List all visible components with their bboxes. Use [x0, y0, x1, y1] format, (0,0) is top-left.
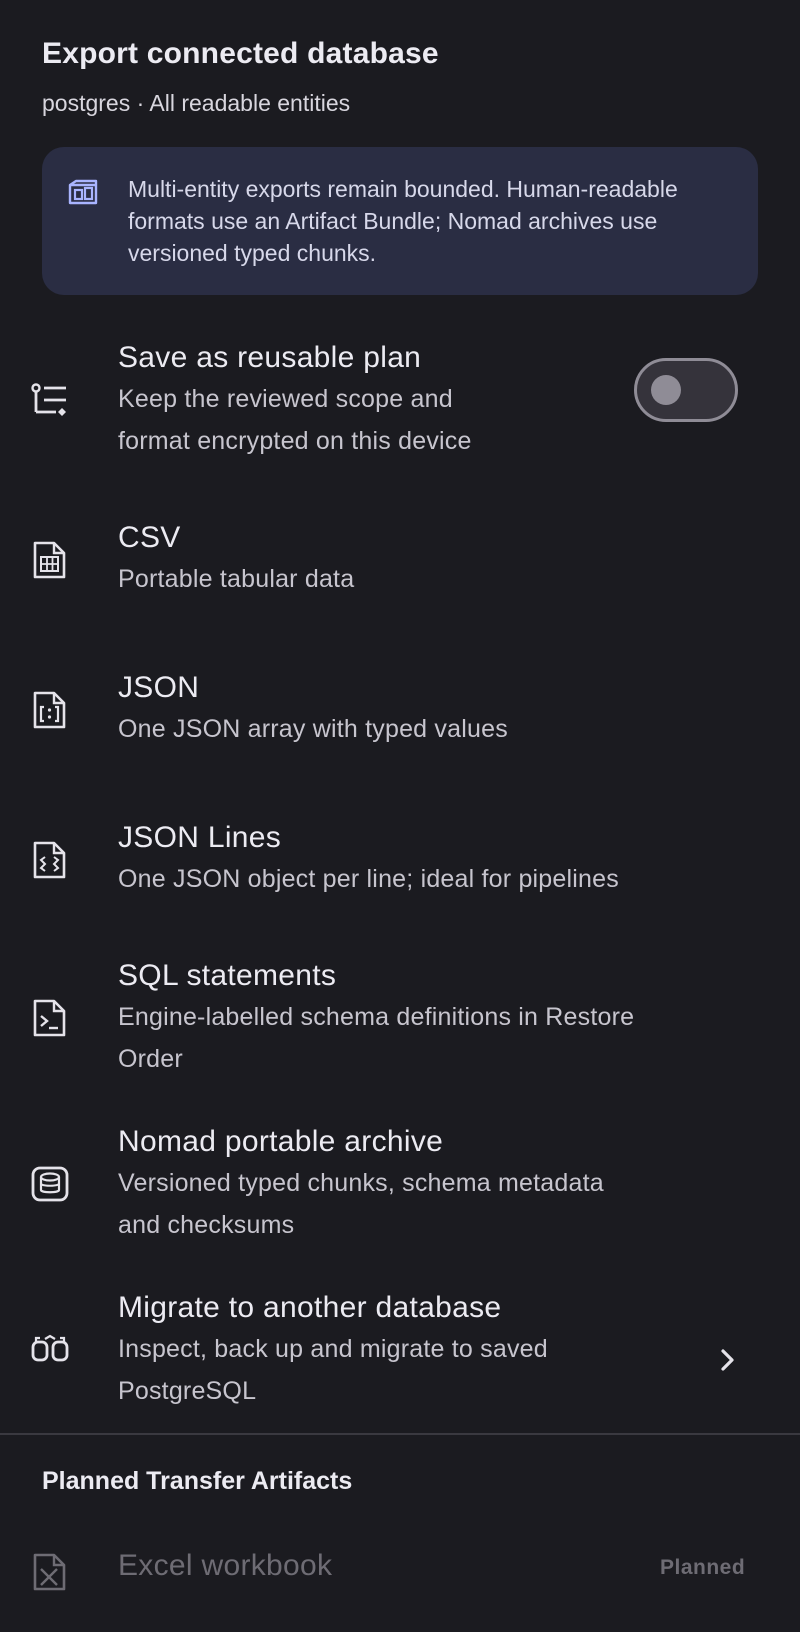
sql-text: SQL statements Engine-labelled schema de… — [118, 956, 634, 1080]
nomad-title: Nomad portable archive — [118, 1125, 444, 1158]
csv-text: CSV Portable tabular data — [118, 518, 354, 600]
toggle-knob — [651, 375, 681, 405]
migrate-row[interactable]: Migrate to another database Inspect, bac… — [0, 1288, 800, 1418]
jsonl-subtitle: One JSON object per line; ideal for pipe… — [118, 865, 619, 893]
save-plan-toggle[interactable] — [634, 358, 738, 422]
save-plan-text: Save as reusable plan Keep the reviewed … — [118, 338, 472, 462]
excel-text: Excel workbook — [118, 1546, 332, 1586]
sql-file-icon — [30, 998, 70, 1038]
save-plan-row[interactable]: Save as reusable plan Keep the reviewed … — [0, 338, 800, 468]
excel-file-icon — [30, 1552, 70, 1592]
page-subtitle: postgres · All readable entities — [42, 90, 351, 116]
format-row-json[interactable]: JSON One JSON array with typed values — [0, 668, 800, 768]
json-text: JSON One JSON array with typed values — [118, 668, 508, 750]
json-file-icon — [30, 690, 70, 730]
migrate-text: Migrate to another database Inspect, bac… — [118, 1288, 548, 1412]
header: Export connected database postgres · All… — [42, 34, 762, 118]
csv-file-icon — [30, 540, 70, 580]
save-plan-subtitle-2: format encrypted on this device — [118, 427, 472, 455]
migrate-subtitle-2: PostgreSQL — [118, 1377, 257, 1405]
format-row-jsonl[interactable]: JSON Lines One JSON object per line; ide… — [0, 818, 800, 918]
jsonl-text: JSON Lines One JSON object per line; ide… — [118, 818, 619, 900]
page-title: Export connected database — [42, 37, 439, 70]
jsonl-title: JSON Lines — [118, 821, 282, 854]
migrate-icon — [30, 1330, 70, 1370]
save-plan-title: Save as reusable plan — [118, 341, 422, 374]
bundle-icon — [66, 175, 100, 209]
save-plan-subtitle-1: Keep the reviewed scope and — [118, 385, 453, 413]
csv-subtitle: Portable tabular data — [118, 565, 355, 593]
planned-badge: Planned — [660, 1556, 746, 1579]
sql-title: SQL statements — [118, 959, 337, 992]
format-row-sql[interactable]: SQL statements Engine-labelled schema de… — [0, 956, 800, 1086]
checklist-icon — [30, 380, 70, 420]
migrate-title: Migrate to another database — [118, 1291, 502, 1324]
json-title: JSON — [118, 671, 200, 704]
nomad-subtitle-1: Versioned typed chunks, schema metadata — [118, 1169, 604, 1197]
format-row-nomad[interactable]: Nomad portable archive Versioned typed c… — [0, 1122, 800, 1252]
json-subtitle: One JSON array with typed values — [118, 715, 508, 743]
planned-item-excel: Excel workbook Planned — [0, 1546, 800, 1606]
info-banner: Multi-entity exports remain bounded. Hum… — [42, 147, 758, 295]
sql-subtitle-2: Order — [118, 1045, 183, 1073]
banner-text: Multi-entity exports remain bounded. Hum… — [128, 176, 678, 266]
archive-icon — [30, 1164, 70, 1204]
nomad-subtitle-2: and checksums — [118, 1211, 295, 1239]
chevron-right-icon — [713, 1346, 741, 1374]
jsonl-file-icon — [30, 840, 70, 880]
excel-title: Excel workbook — [118, 1549, 333, 1582]
planned-section-title: Planned Transfer Artifacts — [42, 1467, 353, 1495]
format-row-csv[interactable]: CSV Portable tabular data — [0, 518, 800, 618]
section-divider — [0, 1433, 800, 1435]
nomad-text: Nomad portable archive Versioned typed c… — [118, 1122, 604, 1246]
migrate-subtitle-1: Inspect, back up and migrate to saved — [118, 1335, 548, 1363]
csv-title: CSV — [118, 521, 181, 554]
sql-subtitle-1: Engine-labelled schema definitions in Re… — [118, 1003, 635, 1031]
